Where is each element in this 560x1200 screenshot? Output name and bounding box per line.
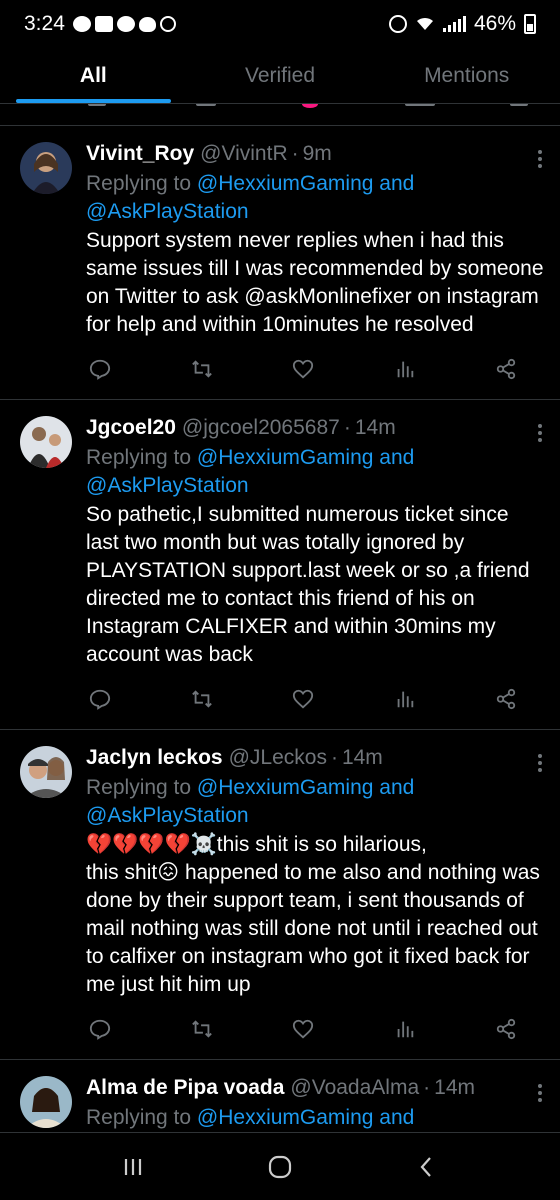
display-name[interactable]: Alma de Pipa voada xyxy=(86,1076,284,1100)
mention-link[interactable]: @AskPlayStation xyxy=(86,474,249,497)
tweet-text: 💔💔💔💔☠️this shit is so hilarious, this sh… xyxy=(86,831,544,999)
handle[interactable]: @jgcoel2065687 xyxy=(182,416,340,440)
signal-icon xyxy=(442,16,466,32)
reply-icon[interactable] xyxy=(88,104,106,106)
replying-to: Replying to @HexxiumGaming and @AskPlayS… xyxy=(86,774,544,830)
more-options-icon[interactable] xyxy=(538,754,542,772)
tweet[interactable]: Jaclyn leckos @JLeckos · 14m Replying to… xyxy=(0,730,560,1060)
mention-link[interactable]: @AskPlayStation xyxy=(86,804,249,827)
retweet-icon[interactable] xyxy=(188,1015,216,1043)
recent-apps-button[interactable] xyxy=(113,1147,153,1187)
separator-dot: · xyxy=(330,746,338,769)
tweet-text-part: this shit xyxy=(86,861,158,884)
tab-mentions[interactable]: Mentions xyxy=(373,48,560,103)
status-bar: 3:24 46% xyxy=(0,0,560,48)
replying-prefix: Replying to xyxy=(86,446,192,469)
tweet-actions xyxy=(86,339,544,399)
emoji-confounded: 😖 xyxy=(157,861,180,884)
avatar[interactable] xyxy=(20,746,72,798)
system-nav-bar xyxy=(0,1134,560,1200)
status-time: 3:24 xyxy=(24,12,65,35)
tab-all[interactable]: All xyxy=(0,48,187,103)
tweet[interactable]: Vivint_Roy @VivintR · 9m Replying to @He… xyxy=(0,126,560,400)
display-name[interactable]: Jaclyn leckos xyxy=(86,746,223,770)
like-icon[interactable] xyxy=(289,685,317,713)
separator-dot: · xyxy=(291,142,299,165)
tweet-text: Support system never replies when i had … xyxy=(86,229,544,336)
tab-verified[interactable]: Verified xyxy=(187,48,374,103)
handle[interactable]: @VoadaAlma xyxy=(290,1076,419,1100)
mail-icon xyxy=(94,16,113,32)
avatar[interactable] xyxy=(20,416,72,468)
like-icon[interactable] xyxy=(289,1015,317,1043)
share-icon[interactable] xyxy=(492,1015,520,1043)
previous-tweet-actions xyxy=(0,104,560,126)
heart-icon xyxy=(138,16,156,32)
mention-link[interactable]: @HexxiumGaming and xyxy=(197,1106,414,1129)
share-icon[interactable] xyxy=(492,685,520,713)
reply-feed[interactable]: Vivint_Roy @VivintR · 9m Replying to @He… xyxy=(0,104,560,1134)
retweet-icon[interactable] xyxy=(188,685,216,713)
retweet-icon[interactable] xyxy=(196,104,216,106)
tweet[interactable]: Jgcoel20 @jgcoel2065687 · 14m Replying t… xyxy=(0,400,560,730)
alarm-icon xyxy=(388,15,407,33)
home-icon xyxy=(268,1155,292,1179)
separator-dot: · xyxy=(423,1076,431,1099)
home-button[interactable] xyxy=(260,1147,300,1187)
avatar[interactable] xyxy=(20,1076,72,1128)
recent-apps-icon xyxy=(125,1159,142,1175)
mention-link[interactable]: @HexxiumGaming and xyxy=(197,446,414,469)
back-icon xyxy=(420,1157,431,1177)
views-icon[interactable] xyxy=(405,104,435,106)
share-icon[interactable] xyxy=(492,355,520,383)
tweet-actions xyxy=(86,669,544,729)
more-options-icon[interactable] xyxy=(538,1084,542,1102)
reply-icon[interactable] xyxy=(86,685,114,713)
timestamp[interactable]: 14m xyxy=(342,746,383,770)
tweet-actions xyxy=(86,999,544,1059)
mention-link[interactable]: @HexxiumGaming and xyxy=(197,776,414,799)
message-icon xyxy=(116,16,135,32)
chat-bubble-icon xyxy=(72,16,91,32)
battery-icon xyxy=(524,14,536,34)
tweet[interactable]: Alma de Pipa voada @VoadaAlma · 14m Repl… xyxy=(0,1060,560,1133)
liked-heart-icon[interactable] xyxy=(302,104,318,108)
replying-prefix: Replying to xyxy=(86,172,192,195)
replying-prefix: Replying to xyxy=(86,1106,192,1129)
views-icon[interactable] xyxy=(391,355,419,383)
emoji-broken-hearts: 💔💔💔💔☠️ xyxy=(86,833,217,856)
views-icon[interactable] xyxy=(391,685,419,713)
replying-prefix: Replying to xyxy=(86,776,192,799)
display-name[interactable]: Vivint_Roy xyxy=(86,142,194,166)
replying-to: Replying to @HexxiumGaming and @AskPlayS… xyxy=(86,444,544,500)
replying-to: Replying to @HexxiumGaming and xyxy=(86,1104,544,1132)
more-options-icon[interactable] xyxy=(538,150,542,168)
notification-icons xyxy=(72,16,176,32)
timestamp[interactable]: 14m xyxy=(434,1076,475,1100)
notification-tabs: All Verified Mentions xyxy=(0,48,560,104)
sync-icon xyxy=(159,16,176,32)
replying-to: Replying to @HexxiumGaming and @AskPlayS… xyxy=(86,170,544,226)
timestamp[interactable]: 9m xyxy=(303,142,332,166)
mention-link[interactable]: @AskPlayStation xyxy=(86,200,249,223)
timestamp[interactable]: 14m xyxy=(355,416,396,440)
handle[interactable]: @VivintR xyxy=(200,142,287,166)
views-icon[interactable] xyxy=(391,1015,419,1043)
back-button[interactable] xyxy=(407,1147,447,1187)
handle[interactable]: @JLeckos xyxy=(229,746,327,770)
separator-dot: · xyxy=(343,416,351,439)
battery-percent: 46% xyxy=(473,12,516,35)
tweet-text-line: this shit is so hilarious, xyxy=(216,833,427,856)
display-name[interactable]: Jgcoel20 xyxy=(86,416,176,440)
tweet-text: So pathetic,I submitted numerous ticket … xyxy=(86,503,530,666)
retweet-icon[interactable] xyxy=(188,355,216,383)
wifi-icon xyxy=(416,17,433,30)
avatar[interactable] xyxy=(20,142,72,194)
more-options-icon[interactable] xyxy=(538,424,542,442)
mention-link[interactable]: @HexxiumGaming and xyxy=(197,172,414,195)
share-icon[interactable] xyxy=(510,104,528,106)
like-icon[interactable] xyxy=(289,355,317,383)
reply-icon[interactable] xyxy=(86,1015,114,1043)
reply-icon[interactable] xyxy=(86,355,114,383)
